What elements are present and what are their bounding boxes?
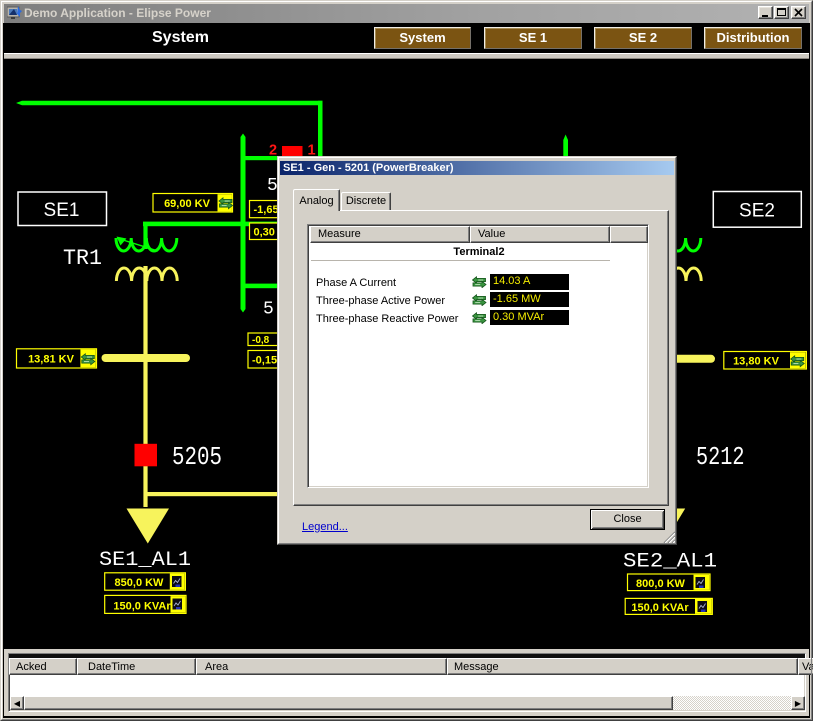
svg-text:5212: 5212 [696,442,745,472]
svg-text:13,80 KV: 13,80 KV [733,355,780,367]
svg-text:-1,65: -1,65 [254,204,279,216]
svg-text:2: 2 [269,143,277,159]
svg-text:-0,8: -0,8 [252,335,270,346]
svg-text:150,0 KVAr: 150,0 KVAr [113,601,171,613]
svg-text:-0,15: -0,15 [252,355,277,367]
svg-text:800,0 KW: 800,0 KW [636,578,686,590]
svg-text:SE2_AL1: SE2_AL1 [623,551,717,574]
svg-text:13,81 KV: 13,81 KV [28,354,75,366]
svg-text:SE1_AL1: SE1_AL1 [99,549,191,572]
svg-text:850,0 KW: 850,0 KW [115,577,165,589]
svg-text:5205: 5205 [172,442,222,472]
svg-text:5: 5 [263,300,274,320]
svg-text:TR1: TR1 [63,246,102,271]
svg-text:150,0 KVAr: 150,0 KVAr [631,602,689,614]
svg-text:SE1: SE1 [44,200,80,221]
svg-text:69,00 KV: 69,00 KV [164,198,211,210]
svg-text:SE2: SE2 [739,201,775,222]
